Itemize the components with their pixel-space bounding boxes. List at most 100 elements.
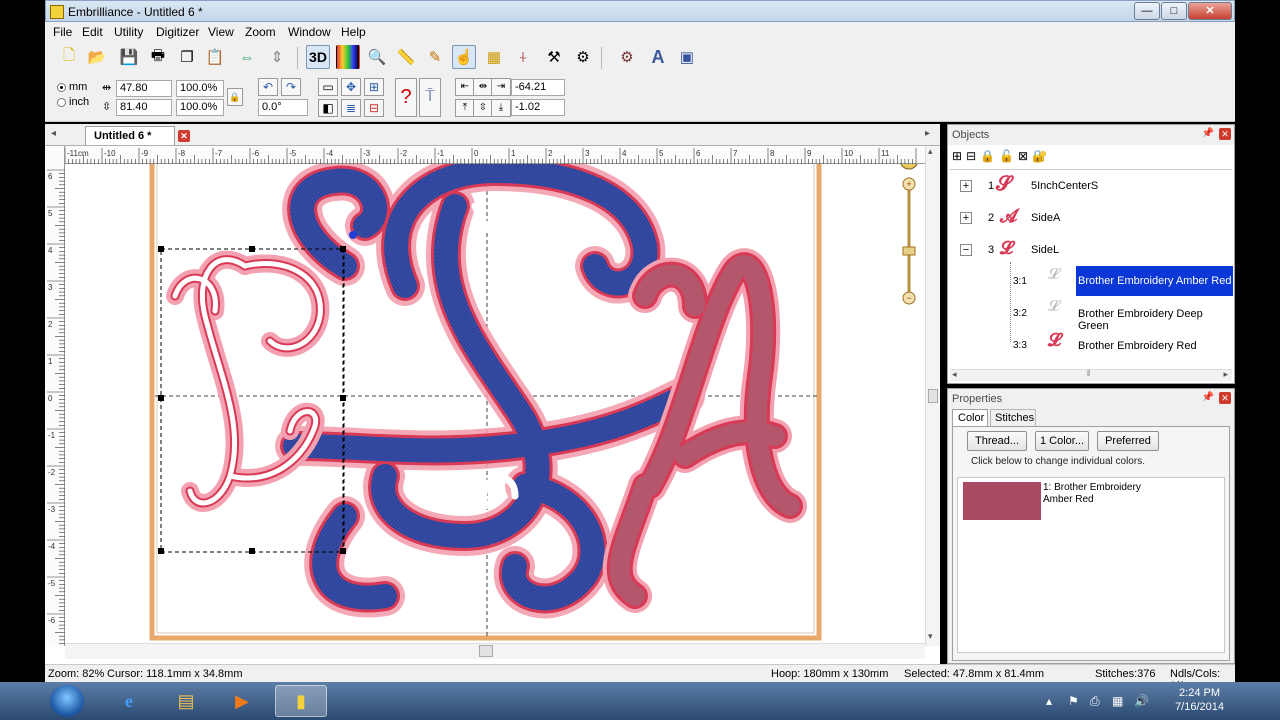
color-view-icon[interactable] [336, 45, 360, 69]
height-percent-field[interactable]: 100.0% [176, 99, 224, 116]
align-top-edge-button[interactable]: ⤒ [455, 99, 475, 117]
rotation-handle[interactable] [349, 231, 357, 239]
color-swatch[interactable] [963, 482, 1041, 520]
delete-icon[interactable]: ⊠ [1018, 149, 1028, 167]
print-icon[interactable]: 🖶 [146, 45, 170, 69]
handle-bottom-right[interactable] [340, 548, 346, 554]
media-player-icon[interactable]: ▶ [216, 685, 268, 717]
vertical-scrollbar[interactable]: ▴ ▾ [925, 146, 940, 646]
network-icon[interactable]: ▦ [1112, 694, 1123, 708]
align-top-button[interactable]: ▭ [318, 78, 338, 96]
tab-untitled-6[interactable]: Untitled 6 * ✕ [85, 126, 190, 145]
menu-window[interactable]: Window [288, 25, 331, 39]
start-button[interactable] [50, 685, 84, 717]
tab-stitches[interactable]: Stitches [990, 409, 1036, 426]
handle-middle-right[interactable] [340, 395, 346, 401]
lock-aspect-button[interactable]: 🔒 [227, 88, 243, 106]
align-h-center-button[interactable]: ⇹ [473, 78, 493, 96]
menu-utility[interactable]: Utility [114, 25, 143, 39]
align-left-button[interactable]: ◧ [318, 99, 338, 117]
properties-close-icon[interactable]: ✕ [1219, 392, 1231, 404]
tab-scroll-left-icon[interactable]: ◂ [51, 128, 56, 139]
select-icon[interactable]: ☝ [452, 45, 476, 69]
tab-color[interactable]: Color [952, 409, 988, 427]
embrilliance-task-icon[interactable]: ▮ [275, 685, 327, 717]
object-name-3[interactable]: SideL [1031, 244, 1059, 256]
objects-scroll-left-icon[interactable]: ◂ [952, 369, 957, 380]
settings-icon[interactable]: ⚙ [571, 45, 595, 69]
lock-all-icon[interactable]: 🔐 [1032, 149, 1047, 167]
rotation-field[interactable]: 0.0° [258, 99, 308, 116]
lock-icon[interactable]: 🔒 [980, 149, 995, 167]
align-bottom-edge-button[interactable]: ⤓ [491, 99, 511, 117]
one-color-button[interactable]: 1 Color... [1035, 431, 1089, 451]
object-name-2[interactable]: SideA [1031, 212, 1060, 224]
letter-a-icon[interactable]: A [646, 45, 670, 69]
menu-zoom[interactable]: Zoom [245, 25, 276, 39]
handle-bottom-center[interactable] [249, 548, 255, 554]
expand-toggle-2[interactable]: + [960, 212, 972, 224]
new-icon[interactable]: 🗋 [57, 45, 81, 69]
expand-toggle-3[interactable]: − [960, 244, 972, 256]
save-icon[interactable]: 💾 [117, 45, 141, 69]
open-icon[interactable]: 📂 [85, 45, 109, 69]
design-workspace[interactable]: N + − [45, 146, 925, 643]
zoom-slider[interactable]: N + − [899, 150, 919, 305]
hoop-icon[interactable]: ⚙ [615, 45, 639, 69]
help-tool-button[interactable]: ? [395, 78, 417, 117]
child-row-1-selected[interactable]: Brother Embroidery Amber Red [1076, 266, 1233, 296]
child-name-3[interactable]: Brother Embroidery Red [1078, 340, 1197, 352]
maximize-button[interactable]: □ [1161, 2, 1187, 20]
objects-scroll-right-icon[interactable]: ▸ [1223, 369, 1228, 380]
volume-icon[interactable]: 🔊 [1134, 694, 1149, 708]
tab-scroll-right-icon[interactable]: ▸ [925, 128, 930, 139]
menu-file[interactable]: File [53, 25, 72, 39]
objects-close-icon[interactable]: ✕ [1219, 128, 1231, 140]
align-right-edge-button[interactable]: ⇥ [491, 78, 511, 96]
distribute-button[interactable]: ≣ [341, 99, 361, 117]
preferred-button[interactable]: Preferred [1097, 431, 1159, 451]
height-field[interactable]: 81.40 [116, 99, 172, 116]
unit-mm-radio[interactable] [57, 83, 66, 92]
menu-help[interactable]: Help [341, 25, 366, 39]
action-center-icon[interactable]: ⚑ [1068, 694, 1079, 708]
needle-icon[interactable]: ⍭ [511, 45, 535, 69]
group-button[interactable]: ⊟ [364, 99, 384, 117]
handle-middle-left[interactable] [158, 395, 164, 401]
center-hoop-button[interactable]: ⊞ [364, 78, 384, 96]
tab-close-icon[interactable]: ✕ [178, 130, 190, 142]
close-button[interactable]: ✕ [1188, 2, 1232, 20]
thread-button[interactable]: Thread... [967, 431, 1027, 451]
device-icon[interactable]: ⎙ [1090, 694, 1100, 709]
scroll-up-icon[interactable]: ▴ [928, 146, 933, 157]
menu-edit[interactable]: Edit [82, 25, 103, 39]
handle-bottom-left[interactable] [158, 548, 164, 554]
3d-view-icon[interactable]: 3D [306, 45, 330, 69]
clock[interactable]: 2:24 PM 7/16/2014 [1175, 686, 1224, 714]
internet-explorer-icon[interactable]: e [103, 685, 155, 717]
thread-icon[interactable]: ▦ [482, 45, 506, 69]
align-left-edge-button[interactable]: ⇤ [455, 78, 475, 96]
handle-top-center[interactable] [249, 246, 255, 252]
ungroup-icon[interactable]: ⊟ [966, 149, 976, 167]
horizontal-scrollbar[interactable] [65, 643, 925, 659]
expand-toggle-1[interactable]: + [960, 180, 972, 192]
menu-view[interactable]: View [208, 25, 234, 39]
unit-inch-radio[interactable] [57, 98, 66, 107]
scroll-down-icon[interactable]: ▾ [928, 631, 933, 642]
pin-icon[interactable]: 📌 [1202, 128, 1214, 139]
minimize-button[interactable]: — [1134, 2, 1160, 20]
width-field[interactable]: 47.80 [116, 80, 172, 97]
measure-icon[interactable]: 📏 [394, 45, 418, 69]
split-icon[interactable]: ⚒ [542, 45, 566, 69]
group-icon[interactable]: ⊞ [952, 149, 962, 167]
horizontal-scroll-thumb[interactable] [479, 645, 493, 657]
paste-icon[interactable]: 📋 [203, 45, 227, 69]
vertical-scroll-thumb[interactable] [928, 389, 938, 403]
monogram-icon[interactable]: ▣ [675, 45, 699, 69]
file-explorer-icon[interactable]: ▤ [160, 685, 212, 717]
unlock-icon[interactable]: 🔓 [999, 149, 1014, 167]
needle-tool-button[interactable]: ⍑ [419, 78, 441, 117]
position-x-field[interactable]: -64.21 [511, 79, 565, 96]
child-name-2[interactable]: Brother Embroidery Deep Green [1078, 308, 1232, 332]
